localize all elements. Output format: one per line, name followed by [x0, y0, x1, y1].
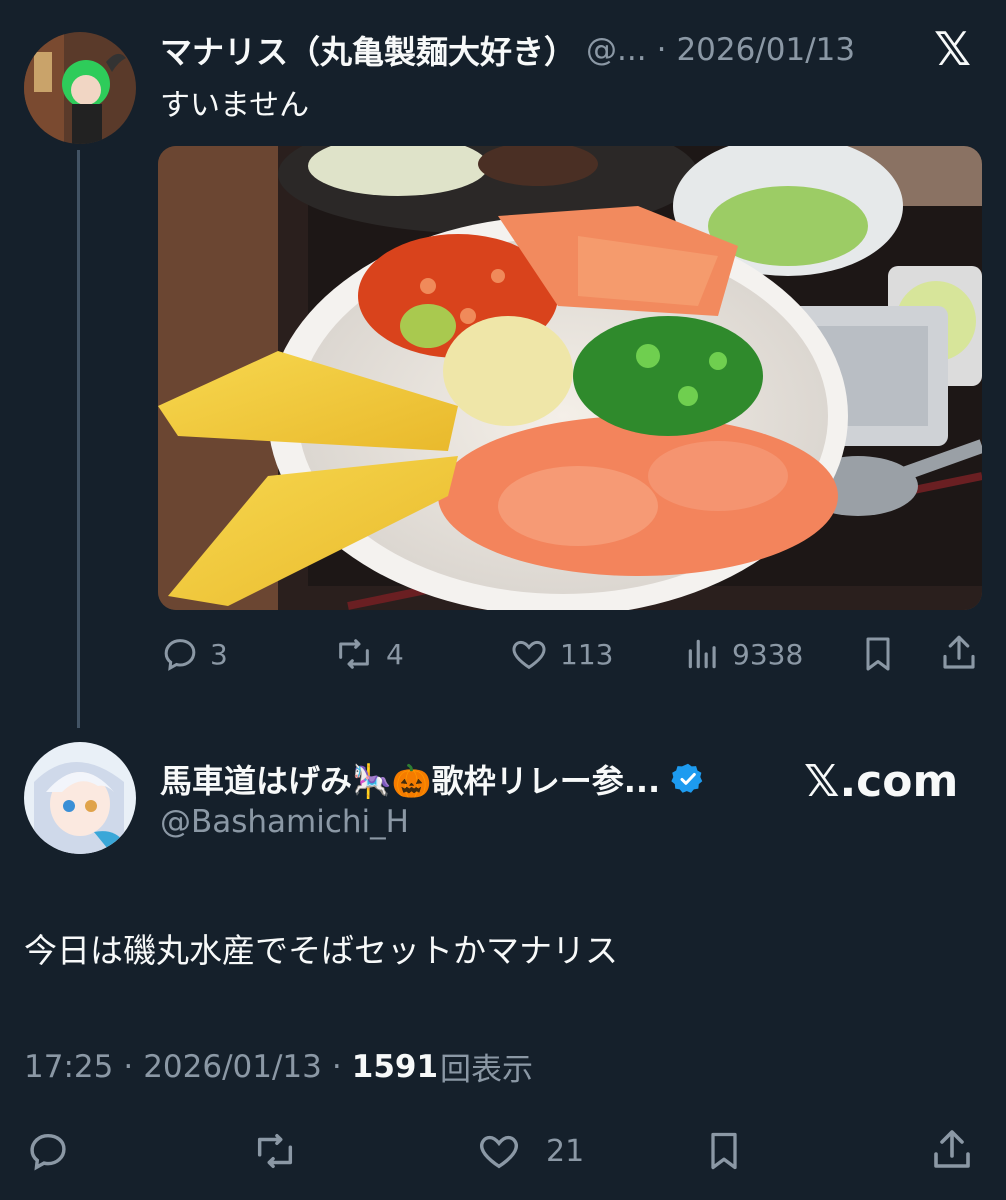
main-like-count: 21: [546, 1133, 585, 1169]
heart-icon: [480, 1135, 518, 1169]
repost-button[interactable]: 4: [332, 634, 404, 674]
share-icon: [934, 1130, 970, 1168]
like-button[interactable]: 113: [508, 634, 613, 674]
quoted-author-name[interactable]: マナリス（丸亀製麺大好き）: [160, 27, 576, 73]
tweet-view-count: 1591: [351, 1048, 439, 1085]
thread-line: [77, 150, 80, 728]
heart-icon: [512, 640, 546, 670]
x-com-label: 𝕏.com: [804, 756, 959, 807]
view-count: 9338: [732, 637, 804, 671]
main-share-button[interactable]: [928, 1126, 976, 1174]
views-button[interactable]: 9338: [684, 634, 803, 674]
share-button[interactable]: [938, 632, 980, 678]
quoted-tweet-date[interactable]: 2026/01/13: [676, 32, 855, 68]
reply-icon: [164, 639, 196, 671]
quoted-tweet-header: マナリス（丸亀製麺大好き） @... · 2026/01/13: [160, 28, 880, 72]
tweet-timestamp-row: 17:25 · 2026/01/13 · 1591 回表示: [24, 1044, 533, 1089]
main-tweet-text: 今日は磯丸水産でそばセットかマナリス: [24, 931, 618, 970]
verified-badge-icon: [671, 763, 703, 793]
analytics-icon: [688, 639, 716, 669]
tweet-photo[interactable]: [158, 146, 982, 610]
main-tweet-name-row: 馬車道はげみ🎠🎃歌枠リレー参...: [160, 756, 706, 802]
avatar-bashamichi[interactable]: [24, 742, 136, 854]
reply-button[interactable]: 3: [160, 634, 228, 674]
x-logo-icon: 𝕏: [934, 22, 972, 76]
repost-count: 4: [386, 637, 404, 671]
repost-icon: [339, 639, 369, 669]
main-reply-button[interactable]: [24, 1128, 72, 1174]
tweet-time[interactable]: 17:25: [24, 1049, 113, 1085]
bookmark-icon: [711, 1132, 737, 1170]
quoted-tweet-text: すいません: [160, 88, 310, 123]
tweet-date[interactable]: 2026/01/13: [143, 1049, 322, 1085]
header-separator: ·: [656, 32, 667, 68]
avatar-manaris[interactable]: [24, 32, 136, 144]
timestamp-separator-1: ·: [123, 1048, 134, 1085]
timestamp-separator-2: ·: [331, 1048, 342, 1085]
main-author-name[interactable]: 馬車道はげみ🎠🎃歌枠リレー参...: [160, 756, 660, 802]
main-repost-button[interactable]: [248, 1128, 302, 1174]
bookmark-icon: [866, 637, 890, 671]
avatar-image: [24, 32, 136, 144]
main-bookmark-button[interactable]: [702, 1128, 746, 1174]
main-like-button[interactable]: 21: [474, 1128, 584, 1174]
main-author-handle[interactable]: @Bashamichi_H: [160, 804, 409, 840]
quoted-author-handle[interactable]: @...: [586, 32, 647, 68]
reply-count: 3: [210, 637, 228, 671]
like-count: 113: [560, 637, 614, 671]
salmon-bowl-photo: [158, 146, 982, 610]
tweet-view-label: 回表示: [440, 1052, 534, 1088]
share-icon: [943, 635, 975, 669]
bookmark-button[interactable]: [858, 634, 898, 678]
reply-icon: [30, 1133, 66, 1171]
repost-icon: [257, 1133, 293, 1169]
avatar-image: [24, 742, 136, 854]
